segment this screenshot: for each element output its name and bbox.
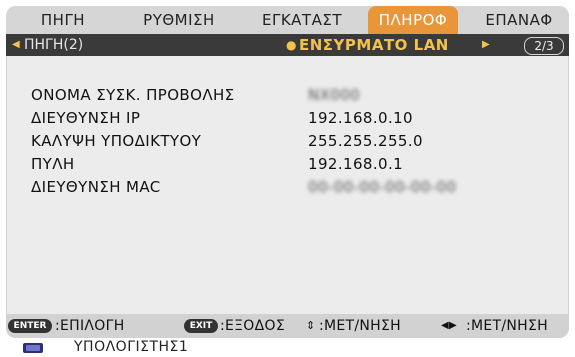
tab-reset[interactable]: ΕΠΑΝΑΦ [474,6,564,34]
tab-source[interactable]: ΠΗΓΗ [24,6,102,34]
info-row-subnet-mask: ΚΑΛΥΨΗ ΥΠΟΔΙΚΤΥΟΥ 255.255.255.0 [31,132,551,152]
info-value-blurred: NX000 [308,86,361,104]
info-label: ΔΙΕΥΘΥΝΣΗ IP [31,109,141,127]
info-row-mac-address: ΔΙΕΥΘΥΝΣΗ MAC 00-00-00-00-00-00 [31,178,551,198]
info-value: 192.168.0.10 [308,109,413,127]
info-label: ΟΝΟΜΑ ΣΥΣΚ. ΠΡΟΒΟΛΗΣ [31,86,235,104]
info-row-ip-address: ΔΙΕΥΘΥΝΣΗ IP 192.168.0.10 [31,109,551,129]
current-page-title: ΕΝΣΥΡΜΑΤΟ LAN [299,36,449,54]
exit-key-icon: EXIT [184,319,218,333]
computer-input-icon [23,343,43,353]
sub-page-bar: ◀ ΠΗΓΗ(2) ● ΕΝΣΥΡΜΑΤΟ LAN ▶ 2/3 [6,34,569,56]
info-value-blurred: 00-00-00-00-00-00 [308,178,457,196]
projector-osd-screen: ΠΗΓΗ ΡΥΘΜΙΣΗ ΕΓΚΑΤΑΣΤ ΠΛΗΡΟΦ ΕΠΑΝΑΦ ◀ ΠΗ… [0,0,575,357]
info-row-gateway: ΠΥΛΗ 192.168.0.1 [31,155,551,175]
updown-hint-label: :ΜΕΤ/ΝΗΣΗ [319,318,401,334]
right-arrow-icon[interactable]: ▶ [482,34,490,56]
left-arrow-icon[interactable]: ◀ [12,34,20,56]
info-value: 192.168.0.1 [308,155,404,173]
info-label: ΔΙΕΥΘΥΝΣΗ MAC [31,178,161,196]
exit-hint-label: :ΕΞΟΔΟΣ [220,318,285,334]
info-label: ΚΑΛΥΨΗ ΥΠΟΔΙΚΤΥΟΥ [31,132,202,150]
tab-installation[interactable]: ΕΓΚΑΤΑΣΤ [246,6,358,34]
tab-setup[interactable]: ΡΥΘΜΙΣΗ [124,6,234,34]
left-right-arrows-icon: ◀▶ [441,320,457,331]
page-indicator: 2/3 [524,37,564,55]
menu-tab-bar: ΠΗΓΗ ΡΥΘΜΙΣΗ ΕΓΚΑΤΑΣΤ ΠΛΗΡΟΦ ΕΠΑΝΑΦ [6,6,569,34]
osd-menu: ΠΗΓΗ ΡΥΘΜΙΣΗ ΕΓΚΑΤΑΣΤ ΠΛΗΡΟΦ ΕΠΑΝΑΦ ◀ ΠΗ… [6,6,569,338]
prev-page-label[interactable]: ΠΗΓΗ(2) [24,34,83,56]
info-row-projector-name: ΟΝΟΜΑ ΣΥΣΚ. ΠΡΟΒΟΛΗΣ NX000 [31,86,551,106]
enter-key-icon: ENTER [8,319,52,333]
up-down-arrows-icon: ⇕ [306,319,316,332]
enter-hint-label: :ΕΠΙΛΟΓΗ [55,318,125,334]
bullet-icon: ● [286,38,297,52]
key-hint-bar: ENTER :ΕΠΙΛΟΓΗ EXIT :ΕΞΟΔΟΣ ⇕ :ΜΕΤ/ΝΗΣΗ … [6,314,569,338]
source-footer: ΥΠΟΛΟΓΙΣΤΗΣ1 [0,338,575,357]
leftright-hint-label: :ΜΕΤ/ΝΗΣΗ [466,318,548,334]
info-label: ΠΥΛΗ [31,155,75,173]
info-value: 255.255.255.0 [308,132,423,150]
tab-info[interactable]: ΠΛΗΡΟΦ [368,6,458,34]
current-source-label: ΥΠΟΛΟΓΙΣΤΗΣ1 [74,339,189,355]
